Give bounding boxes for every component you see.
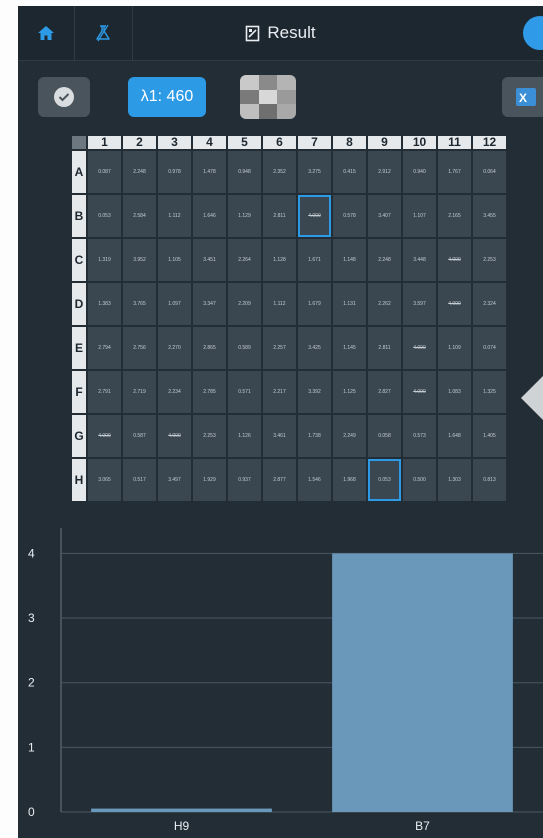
y-tick-label: 3 — [28, 611, 35, 625]
x-tick-label: H9 — [174, 819, 190, 833]
app-window: Result λ1: 460 X 1 2 3 4 5 6 7 8 9 10 11 12 A 0.087 2.… — [18, 6, 543, 838]
y-tick-label: 1 — [28, 740, 35, 754]
collapse-arrow-icon[interactable] — [521, 372, 543, 424]
y-tick-label: 2 — [28, 676, 35, 690]
bar — [332, 553, 513, 812]
y-tick-label: 4 — [28, 546, 35, 560]
x-tick-label: B7 — [415, 819, 430, 833]
well-bar-chart: 0 1 2 3 4 H9 B7 — [28, 528, 543, 833]
y-tick-label: 0 — [28, 805, 35, 819]
bar — [91, 808, 272, 812]
